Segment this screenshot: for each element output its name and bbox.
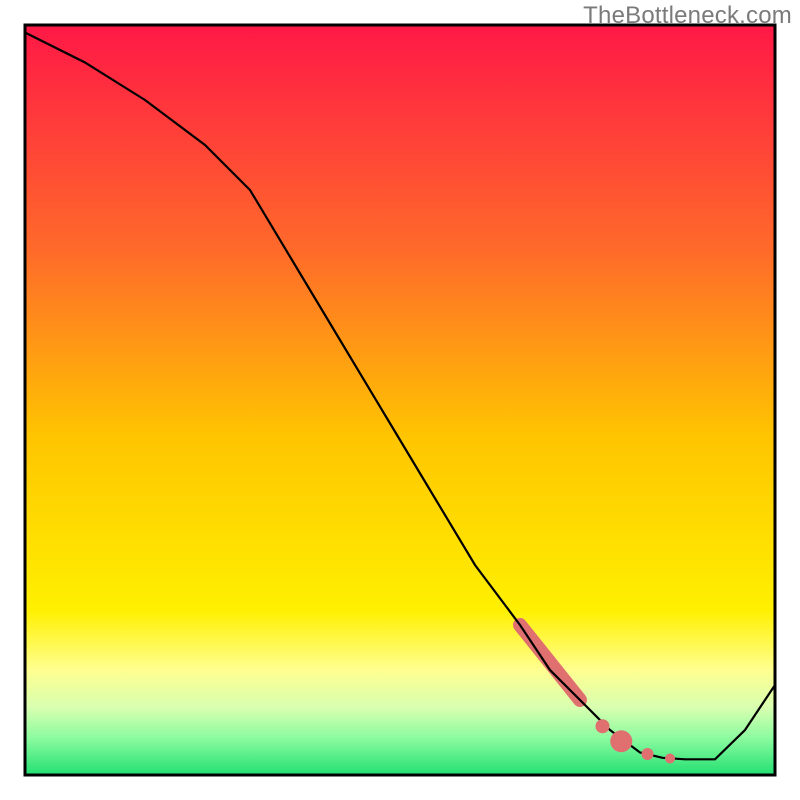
chart-container: TheBottleneck.com <box>0 0 800 800</box>
dot-d <box>665 754 675 764</box>
dot-a <box>596 719 610 733</box>
plot-background <box>25 25 775 775</box>
dot-b <box>610 730 632 752</box>
dot-c <box>642 748 654 760</box>
bottleneck-chart <box>0 0 800 800</box>
